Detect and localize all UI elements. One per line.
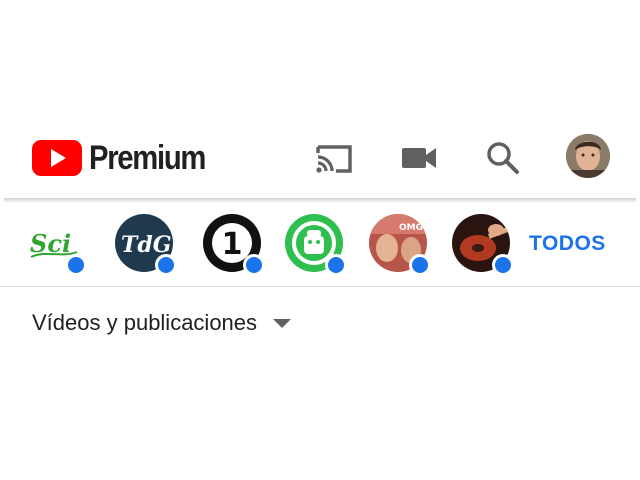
filter-label: Vídeos y publicaciones [32, 310, 258, 335]
top-app-bar: Premium [0, 118, 640, 198]
all-subscriptions-button[interactable]: TODOS [529, 232, 606, 256]
channel-logo-text: OMG! [399, 223, 427, 233]
new-content-dot [492, 254, 514, 276]
header-divider [4, 198, 636, 203]
youtube-premium-logo[interactable]: Premium [32, 138, 224, 178]
new-content-dot [409, 254, 431, 276]
channel-avatar-1[interactable]: 1 [203, 214, 265, 276]
search-icon[interactable] [483, 140, 523, 176]
channel-avatar-android[interactable] [285, 214, 347, 276]
new-content-dot [243, 254, 265, 276]
caret-down-icon [273, 318, 292, 328]
new-content-dot [65, 254, 87, 276]
youtube-play-logo-icon [32, 140, 82, 176]
cast-icon[interactable] [314, 140, 354, 176]
user-avatar[interactable] [566, 134, 610, 178]
channel-avatar-tdg[interactable]: TdG [115, 214, 177, 276]
channel-avatar-sci[interactable]: Sci [25, 214, 87, 276]
brand-text: Premium [89, 139, 206, 177]
subscriptions-page: Premium Sci TdG 1 OMG! TODOS Vídeos y pu… [0, 0, 640, 480]
new-content-dot [325, 254, 347, 276]
channel-avatar-omg[interactable]: OMG! [369, 214, 431, 276]
new-content-dot [155, 254, 177, 276]
channel-logo-text: 1 [222, 227, 243, 262]
camera-icon[interactable] [399, 140, 439, 176]
section-divider [0, 286, 640, 287]
content-filter-dropdown[interactable]: Vídeos y publicaciones [32, 310, 292, 336]
channel-avatar-guitar[interactable] [452, 214, 514, 276]
